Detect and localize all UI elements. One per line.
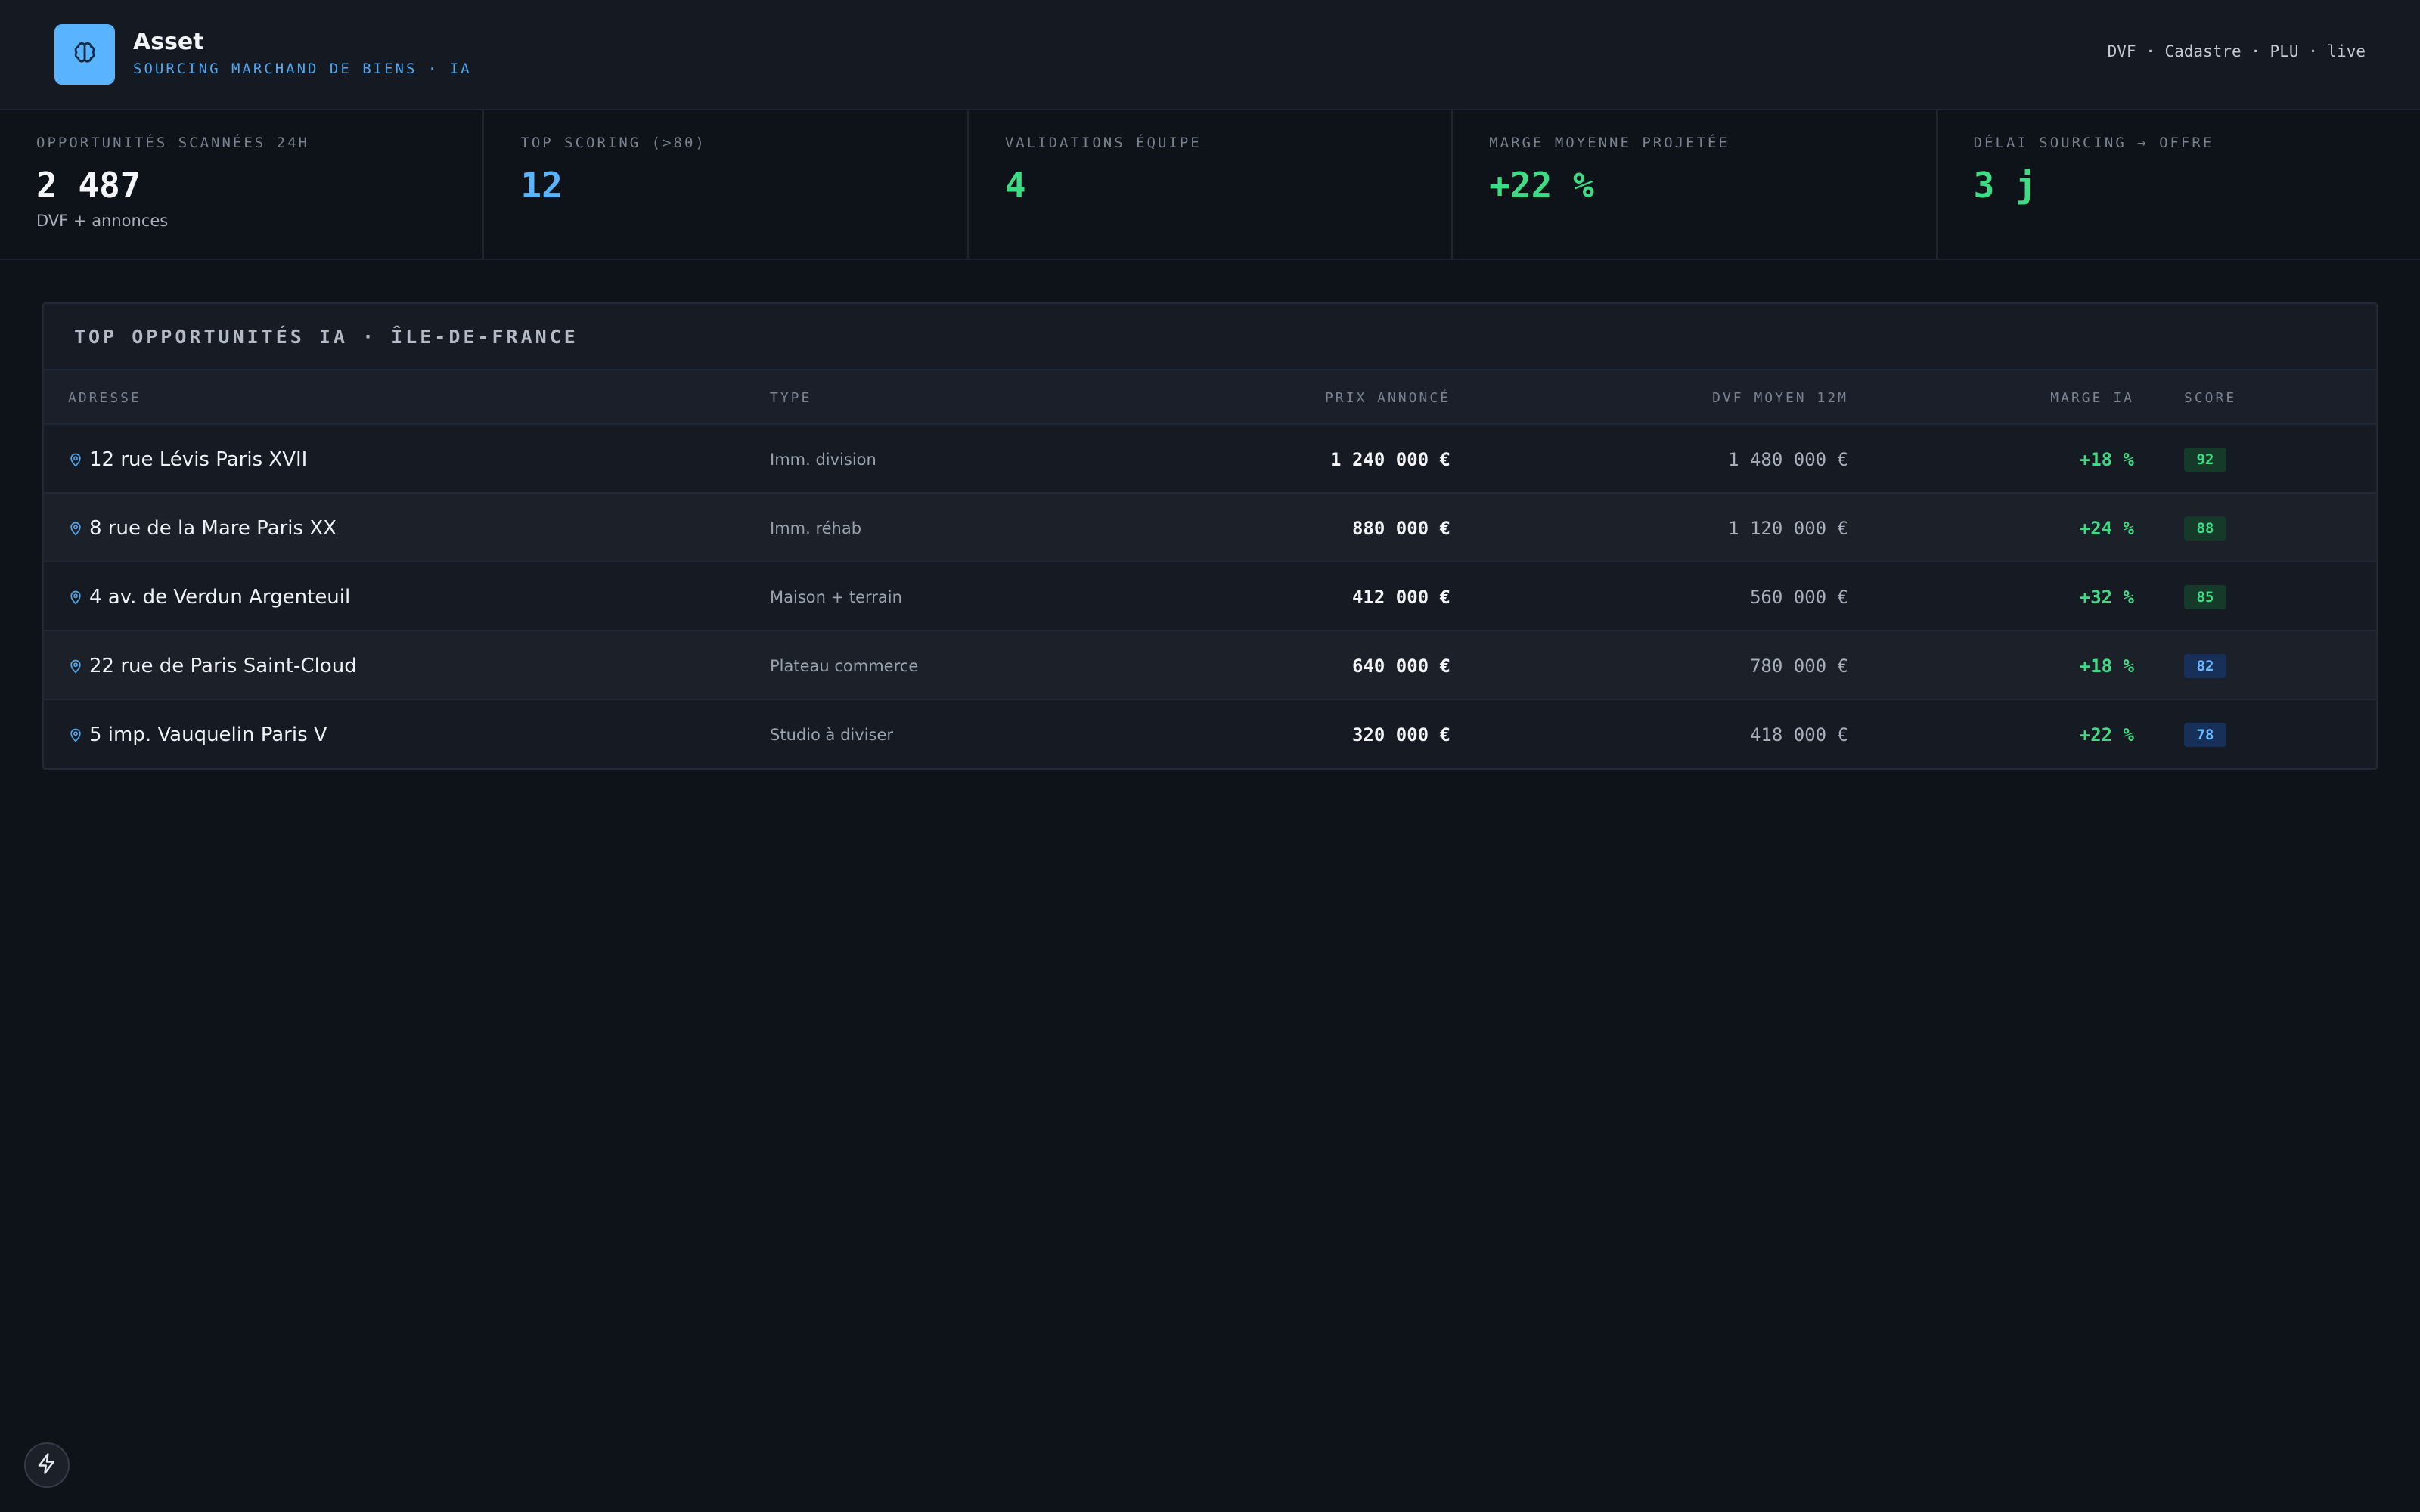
kpi-sourcing-delay: DÉLAI SOURCING → OFFRE 3 j [1938, 110, 2420, 259]
dvf-cell: 418 000 € [1749, 723, 1848, 745]
margin-cell: +32 % [2079, 586, 2134, 608]
dvf-cell: 1 480 000 € [1728, 448, 1848, 470]
column-header-price[interactable]: PRIX ANNONCÉ [1325, 370, 1450, 426]
kpi-value: 3 j [1973, 165, 2037, 206]
score-cell: 85 [2184, 562, 2226, 631]
address-text: 22 rue de Paris Saint-Cloud [89, 654, 357, 677]
panel-title: TOP OPPORTUNITÉS IA · ÎLE-DE-FRANCE [44, 304, 2376, 369]
price-cell: 640 000 € [1351, 655, 1450, 677]
address-text: 5 imp. Vauquelin Paris V [89, 723, 327, 746]
table-row[interactable]: 8 rue de la Mare Paris XX Imm. réhab 880… [44, 494, 2376, 562]
table-row[interactable]: 5 imp. Vauquelin Paris V Studio à divise… [44, 700, 2376, 768]
kpi-label: MARGE MOYENNE PROJETÉE [1489, 135, 1730, 151]
lightning-icon [36, 1452, 58, 1478]
type-cell: Maison + terrain [770, 587, 902, 606]
address-text: 8 rue de la Mare Paris XX [89, 516, 337, 540]
price-cell: 412 000 € [1351, 586, 1450, 608]
kpi-strip: OPPORTUNITÉS SCANNÉES 24H 2 487 DVF + an… [0, 110, 2420, 260]
kpi-avg-margin: MARGE MOYENNE PROJETÉE +22 % [1453, 110, 1938, 259]
kpi-label: TOP SCORING (>80) [520, 135, 706, 151]
margin-cell: +18 % [2079, 448, 2134, 470]
score-badge: 85 [2184, 584, 2226, 609]
app-header: Asset SOURCING MARCHAND DE BIENS · IA DV… [0, 0, 2420, 110]
score-badge: 78 [2184, 722, 2226, 747]
opportunities-panel: TOP OPPORTUNITÉS IA · ÎLE-DE-FRANCE ADRE… [42, 302, 2378, 770]
column-header-dvf[interactable]: DVF MOYEN 12M [1712, 370, 1848, 426]
score-badge: 88 [2184, 516, 2226, 541]
table-row[interactable]: 12 rue Lévis Paris XVII Imm. division 1 … [44, 425, 2376, 494]
type-cell: Imm. division [770, 450, 876, 469]
score-cell: 82 [2184, 631, 2226, 700]
kpi-label: VALIDATIONS ÉQUIPE [1004, 135, 1202, 151]
address-cell: 8 rue de la Mare Paris XX [68, 494, 337, 562]
margin-cell: +18 % [2079, 655, 2134, 677]
kpi-sub: DVF + annonces [36, 212, 169, 230]
price-cell: 320 000 € [1351, 723, 1450, 745]
table-row[interactable]: 22 rue de Paris Saint-Cloud Plateau comm… [44, 631, 2376, 700]
map-pin-icon [68, 658, 83, 674]
score-badge: 92 [2184, 447, 2226, 472]
price-cell: 1 240 000 € [1330, 448, 1450, 470]
quick-action-button[interactable] [24, 1442, 70, 1488]
address-text: 4 av. de Verdun Argenteuil [89, 585, 351, 609]
address-cell: 4 av. de Verdun Argenteuil [68, 562, 350, 631]
price-cell: 880 000 € [1351, 517, 1450, 539]
address-cell: 12 rue Lévis Paris XVII [68, 425, 307, 494]
kpi-value: 12 [520, 165, 563, 206]
column-header-address[interactable]: ADRESSE [68, 370, 141, 426]
score-cell: 78 [2184, 700, 2226, 768]
type-cell: Plateau commerce [770, 656, 919, 675]
app-subtitle: SOURCING MARCHAND DE BIENS · IA [133, 60, 472, 77]
data-sources-status: DVF · Cadastre · PLU · live [2107, 42, 2366, 60]
kpi-label: OPPORTUNITÉS SCANNÉES 24H [36, 135, 309, 151]
kpi-label: DÉLAI SOURCING → OFFRE [1973, 135, 2214, 151]
type-cell: Imm. réhab [770, 519, 862, 538]
type-cell: Studio à diviser [770, 725, 894, 744]
dvf-cell: 780 000 € [1749, 655, 1848, 677]
map-pin-icon [68, 451, 83, 468]
address-text: 12 rue Lévis Paris XVII [89, 448, 308, 471]
map-pin-icon [68, 520, 83, 537]
margin-cell: +24 % [2079, 517, 2134, 539]
kpi-scanned: OPPORTUNITÉS SCANNÉES 24H 2 487 DVF + an… [0, 110, 485, 259]
brain-icon [71, 39, 98, 70]
address-cell: 22 rue de Paris Saint-Cloud [68, 631, 357, 700]
kpi-value: 4 [1004, 165, 1026, 206]
column-header-type[interactable]: TYPE [770, 370, 811, 426]
dvf-cell: 1 120 000 € [1728, 517, 1848, 539]
kpi-value: +22 % [1489, 165, 1594, 206]
app-logo[interactable] [54, 24, 115, 85]
kpi-value: 2 487 [36, 165, 141, 206]
map-pin-icon [68, 727, 83, 743]
score-cell: 92 [2184, 425, 2226, 494]
kpi-validations: VALIDATIONS ÉQUIPE 4 [969, 110, 1454, 259]
table-row[interactable]: 4 av. de Verdun Argenteuil Maison + terr… [44, 562, 2376, 631]
address-cell: 5 imp. Vauquelin Paris V [68, 700, 327, 768]
score-badge: 82 [2184, 653, 2226, 678]
column-header-score[interactable]: SCORE [2184, 370, 2236, 426]
score-cell: 88 [2184, 494, 2226, 562]
kpi-top-scoring: TOP SCORING (>80) 12 [484, 110, 969, 259]
margin-cell: +22 % [2079, 723, 2134, 745]
map-pin-icon [68, 589, 83, 606]
column-header-margin[interactable]: MARGE IA [2050, 370, 2134, 426]
dvf-cell: 560 000 € [1749, 586, 1848, 608]
app-title: Asset [133, 29, 204, 55]
table-header: ADRESSE TYPE PRIX ANNONCÉ DVF MOYEN 12M … [44, 369, 2376, 425]
